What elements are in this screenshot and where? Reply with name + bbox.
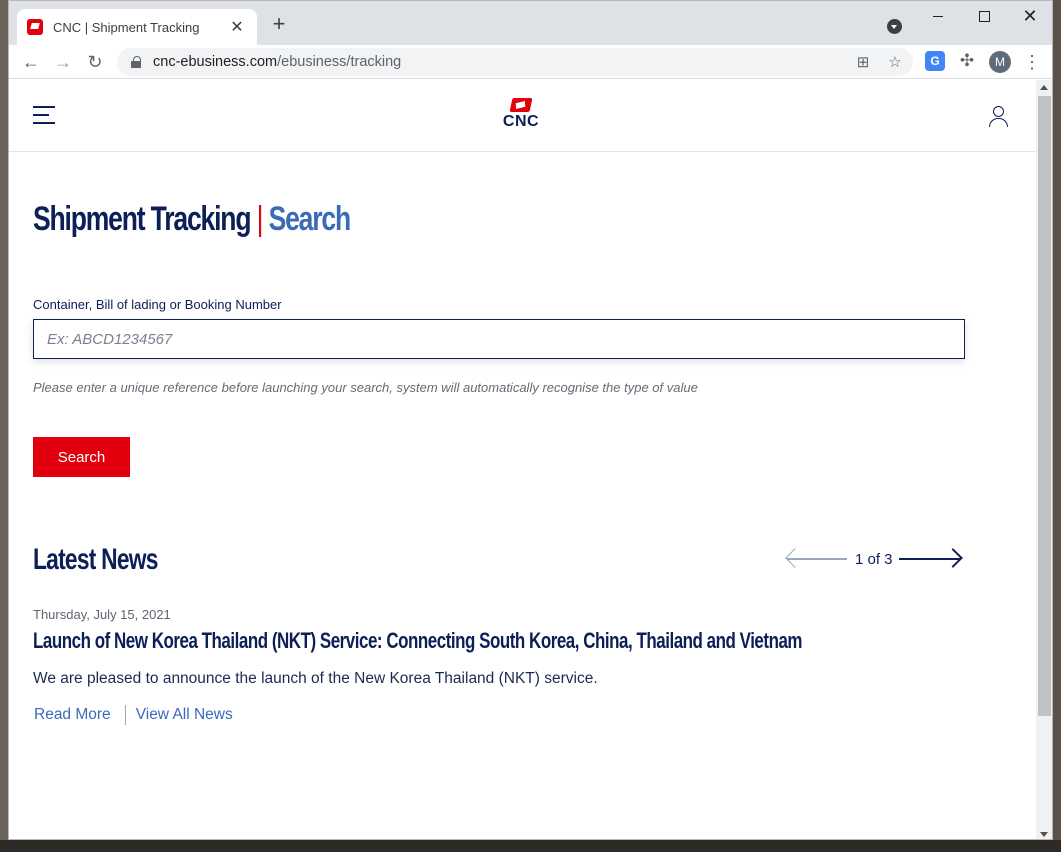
- page-title-separator: |: [256, 200, 264, 238]
- browser-window: CNC | Shipment Tracking ✕ + ✕ ← → ↻ cnc-…: [8, 0, 1053, 840]
- logo-text: CNC: [502, 113, 540, 130]
- news-links: Read More View All News: [34, 705, 233, 725]
- close-window-button[interactable]: ✕: [1007, 7, 1052, 27]
- bookmark-star-icon[interactable]: ☆: [887, 55, 903, 71]
- reload-icon[interactable]: ↻: [83, 50, 107, 74]
- link-divider: [124, 705, 126, 725]
- read-more-link[interactable]: Read More: [34, 706, 111, 724]
- previous-arrow-icon[interactable]: [785, 547, 849, 571]
- new-tab-button[interactable]: +: [267, 13, 291, 37]
- hamburger-menu-icon[interactable]: [33, 106, 57, 126]
- tab-strip: CNC | Shipment Tracking ✕ + ✕: [9, 1, 1052, 45]
- search-button[interactable]: Search: [33, 437, 130, 477]
- page-scrollbar[interactable]: [1036, 80, 1052, 839]
- news-summary: We are pleased to announce the launch of…: [33, 670, 598, 687]
- address-bar[interactable]: cnc-ebusiness.com/ebusiness/tracking ⊞ ☆: [117, 48, 913, 76]
- minimize-button[interactable]: [915, 7, 961, 27]
- profile-avatar[interactable]: M: [989, 51, 1011, 73]
- desktop-background-right: [1053, 0, 1061, 852]
- desktop-background-bottom: [0, 840, 1061, 852]
- tracking-number-input[interactable]: [33, 319, 965, 359]
- forward-arrow-icon[interactable]: →: [51, 50, 75, 74]
- news-headline[interactable]: Launch of New Korea Thailand (NKT) Servi…: [33, 628, 802, 654]
- pager-count: 1 of 3: [855, 550, 893, 568]
- page-viewport: CNC Shipment Tracking | Search Container, …: [9, 80, 1036, 839]
- page-title-main: Shipment Tracking: [33, 200, 252, 238]
- latest-news-heading: Latest News: [33, 543, 158, 576]
- cnc-logo[interactable]: CNC: [498, 98, 544, 134]
- extensions-puzzle-icon[interactable]: ✣: [957, 51, 977, 71]
- search-hint-text: Please enter a unique reference before l…: [33, 380, 698, 395]
- translate-page-icon[interactable]: ⊞: [855, 55, 871, 71]
- maximize-button[interactable]: [961, 7, 1007, 27]
- search-field-label: Container, Bill of lading or Booking Num…: [33, 297, 282, 312]
- tab-close-icon[interactable]: ✕: [227, 17, 247, 37]
- browser-tab[interactable]: CNC | Shipment Tracking ✕: [17, 9, 257, 45]
- site-header: CNC: [9, 80, 1036, 152]
- scroll-up-arrow-icon[interactable]: [1040, 85, 1048, 90]
- page-title: Shipment Tracking | Search: [33, 200, 352, 239]
- next-arrow-icon[interactable]: [898, 547, 963, 571]
- lock-icon[interactable]: [131, 56, 141, 68]
- cnc-favicon-icon: [27, 19, 43, 35]
- browser-toolbar: ← → ↻ cnc-ebusiness.com/ebusiness/tracki…: [9, 45, 1052, 79]
- url-text: cnc-ebusiness.com/ebusiness/tracking: [153, 54, 402, 70]
- back-arrow-icon[interactable]: ←: [19, 50, 43, 74]
- scroll-down-arrow-icon[interactable]: [1040, 832, 1048, 837]
- tab-search-icon[interactable]: [887, 19, 902, 34]
- page-title-sub: Search: [268, 200, 352, 238]
- cnc-flag-icon: [509, 98, 533, 112]
- scrollbar-thumb[interactable]: [1038, 96, 1051, 716]
- news-pager: 1 of 3: [785, 547, 967, 571]
- google-translate-extension-icon[interactable]: G: [925, 51, 945, 71]
- news-date: Thursday, July 15, 2021: [33, 607, 171, 622]
- view-all-news-link[interactable]: View All News: [136, 706, 233, 724]
- browser-menu-icon[interactable]: ⋮: [1023, 51, 1041, 73]
- user-account-icon[interactable]: [989, 106, 1008, 127]
- tab-title: CNC | Shipment Tracking: [53, 19, 200, 35]
- desktop-background-left: [0, 0, 8, 852]
